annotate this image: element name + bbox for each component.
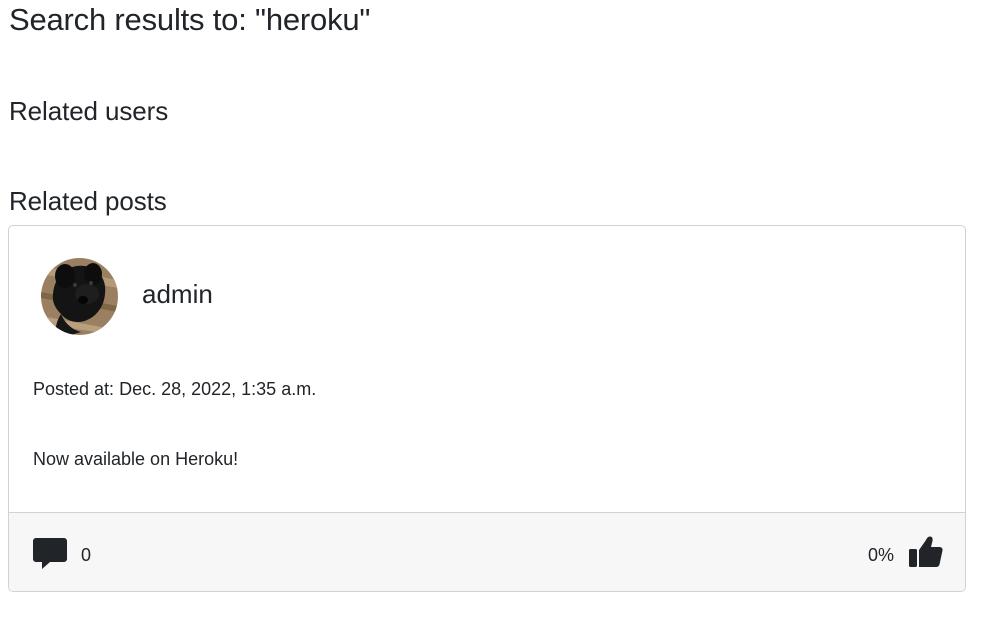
post-author[interactable]: admin: [142, 278, 213, 310]
avatar[interactable]: [41, 258, 118, 335]
comment-count: 0: [81, 545, 92, 565]
related-posts-heading: Related posts: [9, 186, 167, 216]
related-users-heading: Related users: [9, 96, 169, 126]
post-timestamp: Posted at: Dec. 28, 2022, 1:35 a.m.: [33, 378, 316, 400]
comment-icon[interactable]: [33, 536, 67, 570]
page-title: Search results to: "heroku": [9, 2, 371, 37]
post-body: admin Posted at: Dec. 28, 2022, 1:35 a.m…: [9, 226, 965, 512]
posted-at-label: Posted at:: [33, 379, 115, 399]
post-footer: 0 0%: [9, 512, 965, 591]
dog-photo-avatar-icon: [41, 258, 118, 335]
like-percentage: 0%: [867, 545, 894, 565]
post-card: admin Posted at: Dec. 28, 2022, 1:35 a.m…: [8, 225, 966, 592]
posted-at-date: Dec. 28, 2022, 1:35 a.m.: [119, 379, 317, 399]
post-content: Now available on Heroku!: [33, 449, 239, 469]
thumbs-up-icon[interactable]: [909, 535, 943, 569]
